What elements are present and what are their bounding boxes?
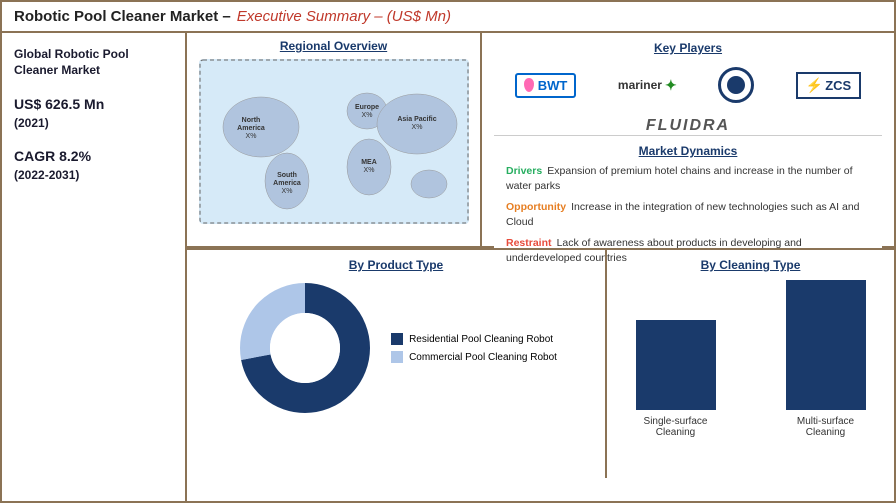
main-content: Global Robotic Pool Cleaner Market US$ 6… (2, 33, 894, 501)
cagr-years: (2022-2031) (14, 168, 173, 182)
single-surface-label: Single-surface Cleaning (631, 416, 721, 438)
svg-text:MEA: MEA (361, 159, 377, 166)
dynamics-drivers: Drivers Expansion of premium hotel chain… (506, 164, 870, 195)
market-dynamics-title: Market Dynamics (506, 144, 870, 158)
bwt-logo: BWT (515, 73, 577, 98)
residential-label: Residential Pool Cleaning Robot (409, 334, 553, 345)
cleaning-type-title: By Cleaning Type (701, 258, 801, 272)
legend-residential: Residential Pool Cleaning Robot (391, 333, 557, 345)
donut-chart (235, 278, 375, 418)
bottom-section: By Product Type (187, 248, 894, 478)
svg-text:South: South (277, 172, 297, 179)
fluidra-logo: FLUIDRA (646, 117, 730, 135)
dynamics-opportunity: Opportunity Increase in the integration … (506, 200, 870, 231)
svg-text:North: North (241, 117, 260, 124)
market-value: US$ 626.5 Mn (14, 96, 173, 112)
drivers-label: Drivers (506, 165, 542, 177)
market-name: Global Robotic Pool Cleaner Market (14, 47, 173, 78)
zcs-logo: ⚡ ZCS (796, 72, 861, 99)
svg-text:X%: X% (281, 188, 292, 195)
bwt-drop-icon (524, 78, 534, 92)
right-area: Regional Overview (187, 33, 894, 501)
svg-text:X%: X% (411, 124, 422, 131)
svg-text:X%: X% (245, 133, 256, 140)
opportunity-label: Opportunity (506, 201, 566, 213)
product-type-title: By Product Type (349, 258, 443, 272)
commercial-label: Commercial Pool Cleaning Robot (409, 352, 557, 363)
page-wrapper: Robotic Pool Cleaner Market – Executive … (0, 0, 896, 503)
header-title-italic: Executive Summary – (US$ Mn) (237, 8, 451, 25)
zodiac-logo (718, 67, 754, 103)
players-logos-row: BWT mariner ✦ (494, 67, 882, 103)
donut-container: Residential Pool Cleaning Robot Commerci… (235, 278, 557, 418)
mariner-logo: mariner ✦ (618, 77, 677, 94)
bar-multi-surface: Multi-surface Cleaning (781, 280, 871, 438)
product-type-panel: By Product Type (187, 250, 607, 478)
header: Robotic Pool Cleaner Market – Executive … (2, 2, 894, 33)
legend-items: Residential Pool Cleaning Robot Commerci… (391, 333, 557, 363)
left-panel: Global Robotic Pool Cleaner Market US$ 6… (2, 33, 187, 501)
drivers-text: Expansion of premium hotel chains and in… (506, 165, 853, 192)
svg-text:X%: X% (363, 167, 374, 174)
top-section: Regional Overview (187, 33, 894, 248)
key-players-panel: Key Players BWT mariner (482, 33, 894, 246)
svg-text:Asia Pacific: Asia Pacific (397, 116, 436, 123)
commercial-color-box (391, 351, 403, 363)
mariner-star-icon: ✦ (665, 77, 677, 94)
cagr-value: CAGR 8.2% (14, 148, 173, 164)
zcs-bolt-icon: ⚡ (806, 77, 823, 94)
svg-text:Europe: Europe (354, 104, 378, 111)
cleaning-type-panel: By Cleaning Type Single-surface Cleaning… (607, 250, 894, 478)
restraint-label: Restraint (506, 237, 552, 249)
multi-surface-bar (786, 280, 866, 410)
bar-single-surface: Single-surface Cleaning (631, 320, 721, 438)
world-map: North America X% Europe X% Asia Pacific … (199, 59, 469, 224)
legend-commercial: Commercial Pool Cleaning Robot (391, 351, 557, 363)
svg-text:America: America (237, 125, 265, 132)
residential-color-box (391, 333, 403, 345)
svg-text:America: America (273, 180, 301, 187)
bar-chart-area: Single-surface Cleaning Multi-surface Cl… (631, 288, 871, 438)
key-players-title: Key Players (494, 41, 882, 55)
single-surface-bar (636, 320, 716, 410)
svg-text:X%: X% (361, 112, 372, 119)
fluidra-row: FLUIDRA (494, 117, 882, 135)
market-year: (2021) (14, 116, 173, 130)
header-title-black: Robotic Pool Cleaner Market – (14, 8, 231, 25)
regional-panel: Regional Overview (187, 33, 482, 246)
multi-surface-label: Multi-surface Cleaning (781, 416, 871, 438)
regional-title: Regional Overview (280, 39, 387, 53)
